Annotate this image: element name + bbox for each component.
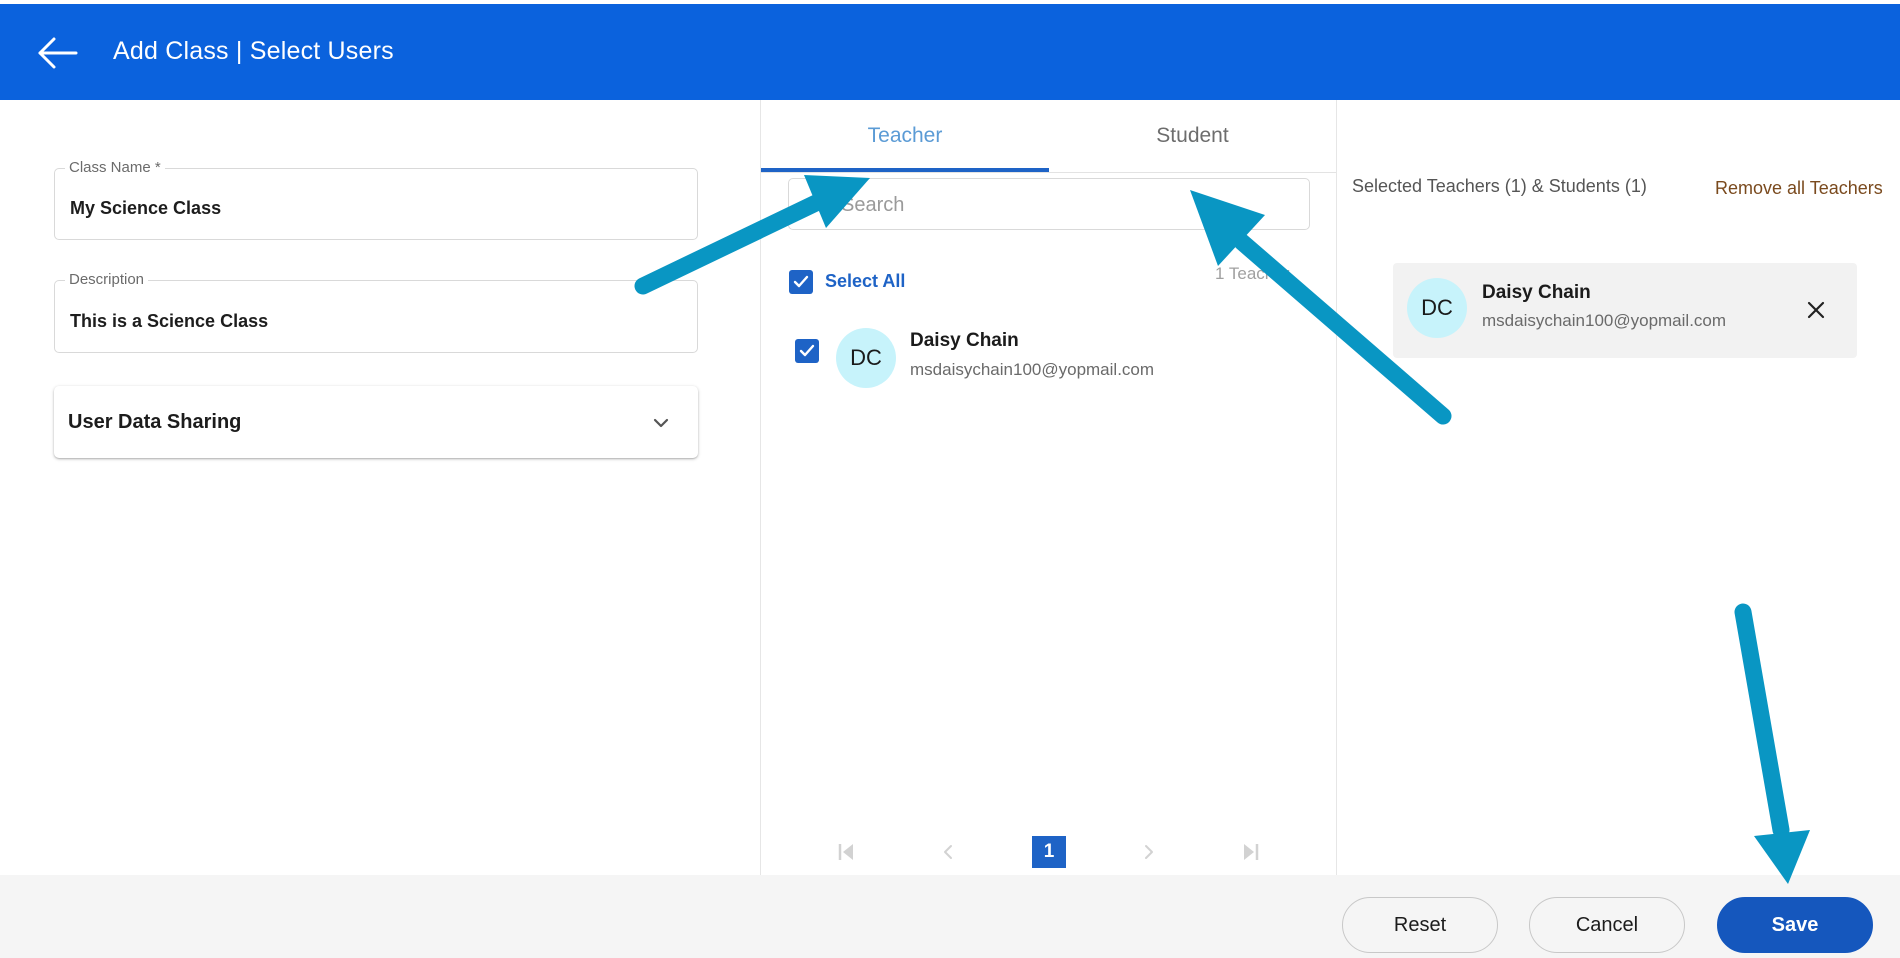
user-name: Daisy Chain (910, 330, 1019, 351)
selected-summary: Selected Teachers (1) & Students (1) (1352, 176, 1647, 196)
panel-divider-left (760, 100, 761, 875)
page-title: Add Class | Select Users (113, 37, 394, 65)
tab-student[interactable]: Student (1049, 100, 1336, 172)
chevron-down-icon[interactable] (652, 414, 670, 432)
reset-button[interactable]: Reset (1342, 897, 1498, 953)
description-value[interactable]: This is a Science Class (70, 311, 268, 332)
tab-divider (761, 172, 1336, 173)
first-page-icon[interactable] (835, 840, 857, 864)
remove-all-teachers-link[interactable]: Remove all Teachers (1715, 178, 1883, 199)
class-name-value[interactable]: My Science Class (70, 198, 221, 219)
description-label: Description (65, 271, 149, 288)
page-number-current[interactable]: 1 (1032, 836, 1066, 868)
selected-user-name: Daisy Chain (1482, 282, 1591, 303)
user-checkbox[interactable] (795, 339, 819, 363)
search-box[interactable] (788, 178, 1310, 230)
search-input[interactable] (839, 181, 1303, 229)
class-name-label: Class Name * (65, 159, 165, 176)
description-field[interactable]: Description This is a Science Class (54, 271, 698, 353)
avatar: DC (836, 328, 896, 388)
back-arrow-icon[interactable] (36, 34, 82, 72)
select-all-label[interactable]: Select All (825, 271, 905, 292)
prev-page-icon[interactable] (937, 840, 959, 864)
teacher-count-label: 1 Teacher (1215, 264, 1290, 283)
user-email: msdaisychain100@yopmail.com (910, 360, 1155, 379)
last-page-icon[interactable] (1240, 840, 1262, 864)
cancel-button[interactable]: Cancel (1529, 897, 1685, 953)
selected-user-card: DC Daisy Chain msdaisychain100@yopmail.c… (1393, 263, 1857, 358)
user-data-sharing-label: User Data Sharing (68, 411, 242, 433)
tab-teacher[interactable]: Teacher (761, 100, 1049, 172)
annotation-arrow-save-button (1734, 603, 1810, 884)
avatar: DC (1407, 278, 1467, 338)
selected-user-email: msdaisychain100@yopmail.com (1482, 311, 1727, 330)
top-app-bar: Add Class | Select Users (0, 0, 1900, 100)
search-icon (808, 195, 828, 215)
class-name-field[interactable]: Class Name * My Science Class (54, 159, 698, 240)
user-data-sharing-accordion[interactable]: User Data Sharing (54, 386, 698, 458)
next-page-icon[interactable] (1138, 840, 1160, 864)
checkmark-icon (793, 275, 809, 288)
close-icon[interactable] (1803, 297, 1829, 323)
select-all-checkbox[interactable] (789, 270, 813, 294)
panel-divider-right (1336, 100, 1337, 875)
checkmark-icon (799, 344, 815, 357)
save-button[interactable]: Save (1717, 897, 1873, 953)
